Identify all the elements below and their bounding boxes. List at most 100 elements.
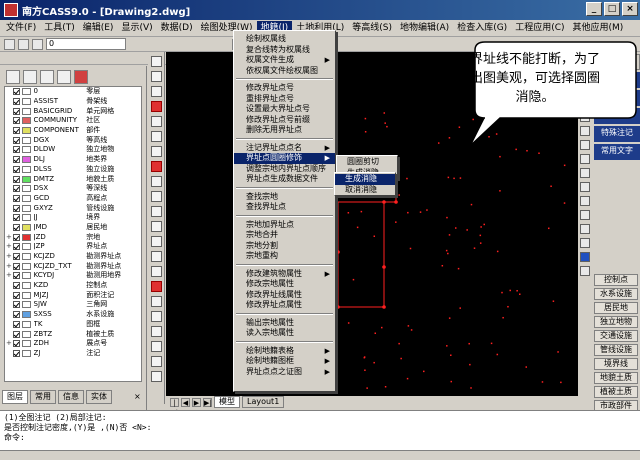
screen-menu-icon[interactable] xyxy=(580,224,590,234)
cadastre-menu-item[interactable]: 设置最大界址点号 xyxy=(234,104,335,115)
layer-expand-icon[interactable]: + xyxy=(5,242,13,251)
layer-color-swatch[interactable] xyxy=(21,282,31,290)
cadastre-menu-item[interactable]: 宗地合并 xyxy=(234,230,335,241)
menu-item-2[interactable]: 编辑(E) xyxy=(79,21,118,36)
layer-color-swatch[interactable] xyxy=(21,262,31,270)
screen-menu-icon[interactable] xyxy=(580,196,590,206)
layer-row[interactable]: DLSS 独立设施 xyxy=(5,165,141,175)
minimize-button[interactable]: _ xyxy=(586,2,602,16)
menu-item-9[interactable]: 地物编辑(A) xyxy=(396,21,453,36)
draw-tool-icon[interactable] xyxy=(150,296,162,307)
cadastre-menu-item[interactable]: 宗地分割 xyxy=(234,241,335,252)
menu-item-11[interactable]: 工程应用(C) xyxy=(511,21,568,36)
layer-row[interactable]: TK 图框 xyxy=(5,320,141,330)
screen-menu-category[interactable]: 交通设施 xyxy=(594,330,638,342)
layer-visible-checkbox[interactable] xyxy=(12,282,20,290)
layer-color-swatch[interactable] xyxy=(21,340,31,348)
cadastre-menu-item[interactable]: 绘制地籍图框 ▶ xyxy=(234,356,335,367)
screen-menu-category[interactable]: 管线设施 xyxy=(594,344,638,356)
menu-item-4[interactable]: 数据(D) xyxy=(157,21,197,36)
cadastre-menu-item[interactable]: 读入宗地属性 xyxy=(234,328,335,339)
layer-visible-checkbox[interactable] xyxy=(12,262,20,270)
draw-tool-icon[interactable] xyxy=(150,206,162,217)
layer-row[interactable]: GCD 高程点 xyxy=(5,194,141,204)
layer-visible-checkbox[interactable] xyxy=(12,117,20,125)
cadastre-menu-item[interactable]: 修改宗地属性 xyxy=(234,279,335,290)
draw-tool-icon[interactable] xyxy=(150,326,162,337)
layout-nav-button[interactable]: ◀ xyxy=(181,397,190,407)
menu-item-8[interactable]: 等高线(S) xyxy=(348,21,396,36)
draw-tool-icon[interactable] xyxy=(150,176,162,187)
layer-manager-icon[interactable] xyxy=(4,38,15,50)
layout-nav-button[interactable]: ▶ xyxy=(192,397,201,407)
layer-visible-checkbox[interactable] xyxy=(12,311,20,319)
layer-expand-icon[interactable]: + xyxy=(5,262,13,271)
layer-row[interactable]: DLJ 地类界 xyxy=(5,155,141,165)
cadastre-menu-item[interactable]: 注记界址点点名 ▶ xyxy=(234,143,335,154)
bulb-icon[interactable] xyxy=(32,38,43,50)
layer-expand-icon[interactable]: + xyxy=(5,252,13,261)
layer-color-swatch[interactable] xyxy=(21,330,31,338)
menu-item-1[interactable]: 工具(T) xyxy=(40,21,79,36)
cadastre-menu-item[interactable]: 修改建筑物属性 ▶ xyxy=(234,269,335,280)
cadastre-menu-item[interactable]: 权属文件生成 ▶ xyxy=(234,55,335,66)
screen-menu-category[interactable]: 地貌土质 xyxy=(594,372,638,384)
layer-visible-checkbox[interactable] xyxy=(12,214,20,222)
cadastre-menu-item[interactable]: 查找宗地 xyxy=(234,192,335,203)
layer-visible-checkbox[interactable] xyxy=(12,301,20,309)
cadastre-menu-item[interactable]: 界址点点之证图 ▶ xyxy=(234,367,335,378)
boundary-point[interactable] xyxy=(382,265,386,269)
draw-tool-icon[interactable] xyxy=(150,341,162,352)
layer-color-swatch[interactable] xyxy=(21,107,31,115)
submenu-item[interactable]: 圆圈剪切 xyxy=(337,157,397,168)
layer-color-swatch[interactable] xyxy=(21,301,31,309)
screen-menu-icon[interactable] xyxy=(580,182,590,192)
cadastre-menu-item[interactable]: 输出宗地属性 xyxy=(234,318,335,329)
layer-color-swatch[interactable] xyxy=(21,243,31,251)
layer-new-icon[interactable] xyxy=(6,70,20,84)
layer-row[interactable]: + KCJZD 勘测界址点 xyxy=(5,252,141,262)
cadastre-menu-item[interactable]: 绘制地籍表格 ▶ xyxy=(234,346,335,357)
layer-row[interactable]: DSX 等深线 xyxy=(5,184,141,194)
layer-color-swatch[interactable] xyxy=(21,185,31,193)
layer-color-swatch[interactable] xyxy=(21,175,31,183)
cadastre-menu-item[interactable]: 界址点圆圈修饰 ▶ xyxy=(234,153,335,164)
layer-row[interactable]: JMD 居民地 xyxy=(5,223,141,233)
submenu-item[interactable]: 生成消隐 xyxy=(335,174,395,185)
layer-visible-checkbox[interactable] xyxy=(12,330,20,338)
layer-visible-checkbox[interactable] xyxy=(12,165,20,173)
draw-tool-icon[interactable] xyxy=(150,266,162,277)
layer-color-swatch[interactable] xyxy=(21,156,31,164)
layer-row[interactable]: + JZD 宗地 xyxy=(5,232,141,242)
draw-tool-icon[interactable] xyxy=(150,236,162,247)
screen-menu-icon[interactable] xyxy=(580,266,590,276)
layer-color-swatch[interactable] xyxy=(21,98,31,106)
draw-tool-icon[interactable] xyxy=(150,356,162,367)
layer-row[interactable]: MJZJ 面积注记 xyxy=(5,290,141,300)
layer-row[interactable]: ZJ 注记 xyxy=(5,349,141,359)
boundary-point[interactable] xyxy=(382,305,386,309)
boundary-point[interactable] xyxy=(336,305,340,309)
cadastre-menu-item[interactable]: 复合线转为权属线 xyxy=(234,45,335,56)
maximize-button[interactable]: □ xyxy=(604,2,620,16)
draw-tool-icon[interactable] xyxy=(150,116,162,127)
layer-color-swatch[interactable] xyxy=(21,136,31,144)
screen-menu-category[interactable]: 境界线 xyxy=(594,358,638,370)
screen-menu-category[interactable]: 水系设施 xyxy=(594,288,638,300)
menu-item-10[interactable]: 检查入库(G) xyxy=(453,21,511,36)
cadastre-menu-item[interactable]: 界址点生成数据文件 xyxy=(234,174,335,185)
layer-color-swatch[interactable] xyxy=(21,349,31,357)
cadastre-menu-item[interactable]: 修改界址点号 xyxy=(234,83,335,94)
layer-filter-icon[interactable] xyxy=(23,70,37,84)
layer-expand-icon[interactable]: + xyxy=(5,339,13,348)
draw-tool-icon[interactable] xyxy=(150,101,162,112)
panel-close-icon[interactable]: × xyxy=(134,392,141,401)
layer-color-swatch[interactable] xyxy=(21,194,31,202)
draw-tool-icon[interactable] xyxy=(150,281,162,292)
layer-row[interactable]: SJW 三角网 xyxy=(5,300,141,310)
layer-visible-checkbox[interactable] xyxy=(12,194,20,202)
layer-visible-checkbox[interactable] xyxy=(12,98,20,106)
draw-tool-icon[interactable] xyxy=(150,86,162,97)
layer-row[interactable]: + KCYDJ 勘测用地界 xyxy=(5,271,141,281)
menu-item-0[interactable]: 文件(F) xyxy=(2,21,40,36)
